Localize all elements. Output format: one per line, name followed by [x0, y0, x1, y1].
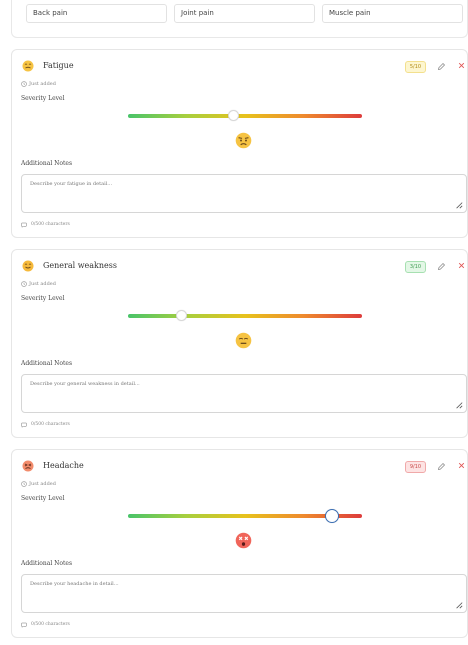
- slider-thumb[interactable]: [176, 310, 188, 321]
- severity-badge: 3/10: [405, 261, 426, 273]
- pained-face-icon: [22, 460, 34, 472]
- edit-icon[interactable]: [437, 262, 446, 271]
- chip-joint-pain[interactable]: Joint pain: [174, 4, 315, 23]
- notes-textarea[interactable]: Describe your headache in detail...: [21, 574, 467, 613]
- char-count: 0/500 characters: [31, 622, 70, 627]
- severity-slider[interactable]: [128, 310, 362, 321]
- severity-label: Severity Level: [21, 295, 65, 302]
- notes-label: Additional Notes: [21, 160, 73, 167]
- notes-label: Additional Notes: [21, 360, 73, 367]
- close-icon[interactable]: [458, 262, 465, 269]
- neutral-face-icon: [235, 332, 252, 349]
- notes-placeholder: Describe your headache in detail...: [30, 581, 119, 587]
- resize-handle-icon[interactable]: [455, 601, 463, 609]
- chip-back-pain[interactable]: Back pain: [26, 4, 167, 23]
- chip-muscle-pain[interactable]: Muscle pain: [322, 4, 463, 23]
- slider-thumb[interactable]: [324, 509, 339, 523]
- severity-badge: 9/10: [405, 461, 426, 473]
- notes-placeholder: Describe your general weakness in detail…: [30, 381, 140, 387]
- added-timestamp: Just added: [29, 481, 56, 487]
- added-timestamp: Just added: [29, 281, 56, 287]
- worried-face-icon: [235, 132, 252, 149]
- close-icon[interactable]: [458, 62, 465, 69]
- chat-icon: [21, 622, 27, 628]
- clock-icon: [21, 481, 27, 487]
- symptom-card-general-weakness: General weakness 3/10 Just added Severit…: [11, 249, 468, 438]
- notes-textarea[interactable]: Describe your general weakness in detail…: [21, 374, 467, 413]
- severity-label: Severity Level: [21, 95, 65, 102]
- notes-label: Additional Notes: [21, 560, 73, 567]
- close-icon[interactable]: [458, 462, 465, 469]
- symptom-chip-list: Back pain Joint pain Muscle pain: [11, 0, 468, 38]
- clock-icon: [21, 281, 27, 287]
- symptom-card-headache: Headache 9/10 Just added Severity Level …: [11, 449, 468, 638]
- severity-slider[interactable]: [128, 509, 362, 523]
- symptom-title: General weakness: [43, 261, 118, 270]
- chat-icon: [21, 422, 27, 428]
- added-timestamp: Just added: [29, 81, 56, 87]
- notes-textarea[interactable]: Describe your fatigue in detail...: [21, 174, 467, 213]
- tired-face-icon: [22, 60, 34, 72]
- edit-icon[interactable]: [437, 462, 446, 471]
- clock-icon: [21, 81, 27, 87]
- smiling-face-icon: [22, 260, 34, 272]
- symptom-card-fatigue: Fatigue 5/10 Just added Severity Level A…: [11, 49, 468, 238]
- chat-icon: [21, 222, 27, 228]
- severity-slider[interactable]: [128, 110, 362, 121]
- severity-badge: 5/10: [405, 61, 426, 73]
- slider-thumb[interactable]: [227, 110, 239, 121]
- char-count: 0/500 characters: [31, 222, 70, 227]
- severity-label: Severity Level: [21, 495, 65, 502]
- resize-handle-icon[interactable]: [455, 201, 463, 209]
- char-count: 0/500 characters: [31, 422, 70, 427]
- dizzy-face-icon: [235, 532, 252, 549]
- edit-icon[interactable]: [437, 62, 446, 71]
- notes-placeholder: Describe your fatigue in detail...: [30, 181, 113, 187]
- symptom-title: Headache: [43, 461, 84, 470]
- symptom-title: Fatigue: [43, 61, 74, 70]
- resize-handle-icon[interactable]: [455, 401, 463, 409]
